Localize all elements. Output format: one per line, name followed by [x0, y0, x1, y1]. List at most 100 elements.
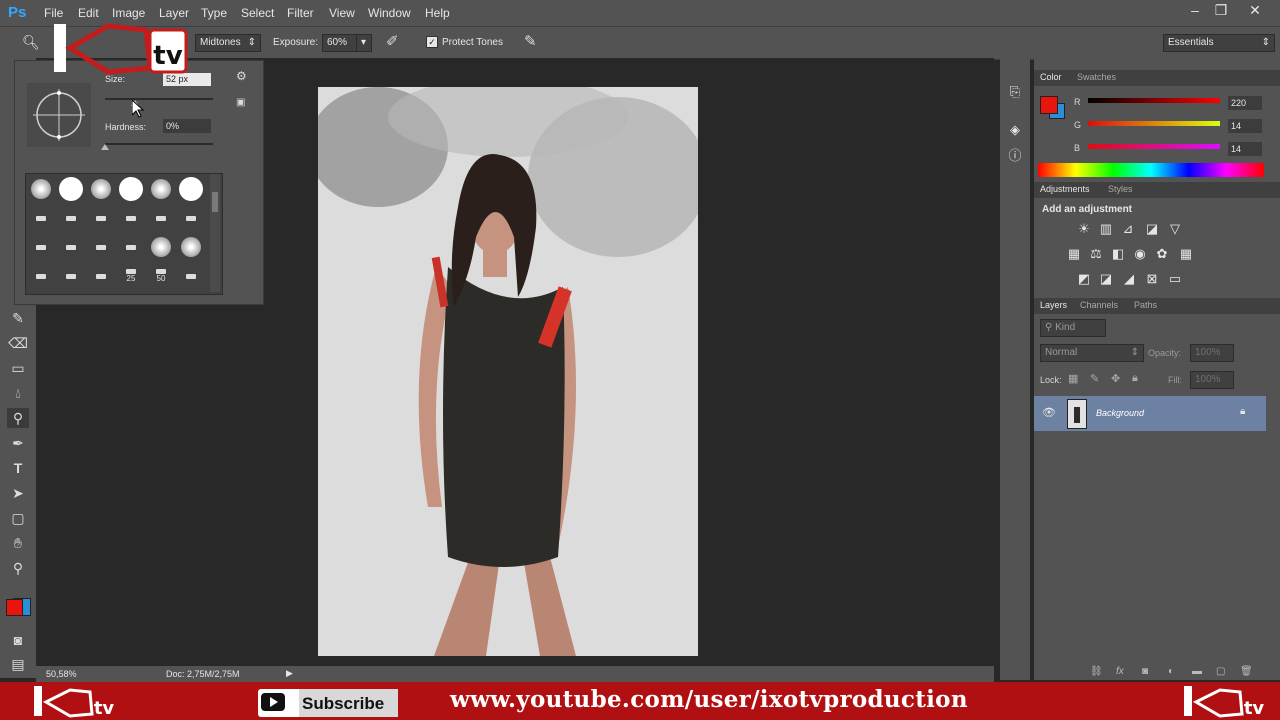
lock-pixels-icon[interactable]: ✎ [1090, 372, 1099, 385]
hue-saturation-icon[interactable]: ▦ [1066, 246, 1082, 262]
layer-row-background[interactable]: 👁︎ Background 🔒︎ [1034, 396, 1266, 431]
brush-preset[interactable] [148, 205, 174, 231]
eraser-tool-icon[interactable]: ⌫ [7, 333, 29, 353]
brush-preset[interactable] [88, 234, 114, 260]
minimize-button[interactable]: – [1183, 2, 1207, 20]
lock-all-icon[interactable]: 🔒︎ [1132, 372, 1138, 385]
foreground-color-swatch[interactable] [6, 599, 23, 616]
brush-preset[interactable] [58, 234, 84, 260]
b-slider[interactable] [1088, 144, 1220, 149]
brush-preset[interactable] [28, 234, 54, 260]
tab-adjustments[interactable]: Adjustments [1040, 184, 1090, 194]
tab-color[interactable]: Color [1040, 72, 1062, 82]
brush-preset[interactable] [88, 263, 114, 289]
curves-icon[interactable]: ⊿ [1120, 221, 1136, 237]
hardness-slider-track[interactable] [105, 143, 213, 145]
color-balance-icon[interactable]: ⚖ [1088, 246, 1104, 262]
delete-layer-icon[interactable]: 🗑︎ [1240, 666, 1253, 677]
tab-paths[interactable]: Paths [1134, 300, 1157, 310]
lock-position-icon[interactable]: ✥ [1111, 372, 1120, 385]
exposure-dropdown[interactable]: ▾ [356, 34, 372, 52]
quick-mask-icon[interactable]: ◙ [7, 630, 29, 650]
r-input[interactable]: 220 [1228, 96, 1262, 110]
b-input[interactable]: 14 [1228, 142, 1262, 156]
range-select[interactable]: Midtones ⇕ [195, 34, 261, 52]
lock-transparent-icon[interactable]: ▦ [1068, 372, 1078, 385]
posterize-icon[interactable]: ◪ [1098, 271, 1114, 287]
rectangle-tool-icon[interactable]: ▢ [7, 508, 29, 528]
blend-mode-select[interactable]: Normal ⇕ [1040, 344, 1144, 362]
menu-edit[interactable]: Edit [78, 6, 99, 20]
selective-color-icon[interactable]: ⊠ [1144, 271, 1160, 287]
brush-preset[interactable] [28, 263, 54, 289]
zoom-tool-icon[interactable]: ⚲ [7, 558, 29, 578]
brush-preset[interactable] [178, 205, 204, 231]
channel-url[interactable]: www.youtube.com/user/ixotvproduction [450, 686, 968, 713]
blur-tool-icon[interactable]: 💧︎ [7, 383, 29, 403]
invert-icon[interactable]: ◩ [1076, 271, 1092, 287]
brush-preset[interactable] [58, 176, 84, 202]
close-button[interactable]: ✕ [1243, 2, 1267, 20]
type-tool-icon[interactable]: T [7, 458, 29, 478]
g-input[interactable]: 14 [1228, 119, 1262, 133]
tab-channels[interactable]: Channels [1080, 300, 1118, 310]
black-white-icon[interactable]: ◧ [1110, 246, 1126, 262]
photo-filter-icon[interactable]: ◉ [1132, 246, 1148, 262]
brush-angle-preview[interactable] [27, 83, 91, 147]
gradient-map-icon[interactable]: ▭ [1167, 271, 1183, 287]
tab-swatches[interactable]: Swatches [1077, 72, 1116, 82]
fill-input[interactable]: 100% [1190, 371, 1234, 389]
brush-preset[interactable] [178, 176, 204, 202]
brush-preset[interactable]: 50 [148, 263, 174, 289]
menu-filter[interactable]: Filter [287, 6, 314, 20]
gradient-tool-icon[interactable]: ▭ [7, 358, 29, 378]
new-preset-icon[interactable]: ▣ [236, 97, 245, 108]
brush-preset[interactable] [118, 234, 144, 260]
fx-icon[interactable]: fx [1116, 666, 1124, 677]
tab-styles[interactable]: Styles [1108, 184, 1133, 194]
layer-filter-select[interactable]: ⚲ Kind [1040, 319, 1106, 337]
brush-tool-icon[interactable]: ✎ [7, 308, 29, 328]
menu-type[interactable]: Type [201, 6, 227, 20]
airbrush-icon[interactable]: ✐ [386, 32, 399, 50]
channel-mixer-icon[interactable]: ✿ [1154, 246, 1170, 262]
brightness-icon[interactable]: ☀ [1076, 221, 1092, 237]
status-arrow-icon[interactable]: ▶ [286, 668, 293, 679]
brush-preset[interactable] [88, 205, 114, 231]
exposure-icon[interactable]: ◪ [1144, 221, 1160, 237]
color-lookup-icon[interactable]: ▦ [1178, 246, 1194, 262]
menu-layer[interactable]: Layer [159, 6, 189, 20]
brush-preset[interactable] [28, 205, 54, 231]
gear-icon[interactable]: ⚙ [236, 69, 247, 83]
hardness-slider-handle[interactable] [101, 144, 109, 150]
brush-preset[interactable] [118, 176, 144, 202]
brush-preset[interactable] [148, 176, 174, 202]
brush-preset[interactable] [28, 176, 54, 202]
menu-file[interactable]: File [44, 6, 63, 20]
new-layer-icon[interactable]: ▢ [1216, 666, 1225, 677]
visibility-eye-icon[interactable]: 👁︎ [1042, 406, 1056, 419]
pen-tool-icon[interactable]: ✒ [7, 433, 29, 453]
hardness-input[interactable]: 0% [163, 119, 211, 133]
vibrance-icon[interactable]: ▽ [1167, 221, 1183, 237]
layer-comps-icon[interactable]: ◈ [1007, 122, 1023, 138]
screen-mode-icon[interactable]: ▤ [7, 654, 29, 674]
brush-preset[interactable] [58, 263, 84, 289]
brush-preset[interactable]: 25 [118, 263, 144, 289]
pressure-icon[interactable]: ✎ [524, 32, 537, 50]
history-icon[interactable]: ⎘ [1007, 84, 1023, 100]
restore-button[interactable]: ❐ [1209, 2, 1233, 20]
preset-scrollbar[interactable] [210, 174, 220, 292]
threshold-icon[interactable]: ◢ [1121, 271, 1137, 287]
zoom-level[interactable]: 50,58% [46, 669, 77, 679]
new-group-icon[interactable]: ▬ [1192, 666, 1202, 677]
menu-view[interactable]: View [329, 6, 355, 20]
color-spectrum[interactable] [1038, 163, 1264, 177]
tab-layers[interactable]: Layers [1040, 300, 1067, 310]
brush-preset[interactable] [118, 205, 144, 231]
menu-help[interactable]: Help [425, 6, 450, 20]
menu-window[interactable]: Window [368, 6, 411, 20]
exposure-input[interactable]: 60% [322, 34, 358, 52]
add-mask-icon[interactable]: ◙ [1142, 666, 1148, 677]
hand-tool-icon[interactable]: ✋︎ [7, 533, 29, 553]
